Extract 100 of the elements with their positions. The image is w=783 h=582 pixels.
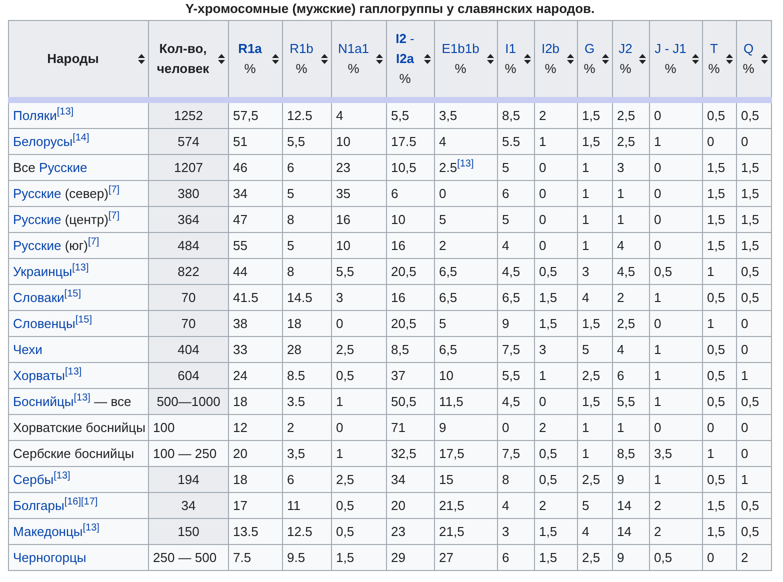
haplogroup-link[interactable]: E1b1b [442, 39, 480, 59]
column-header[interactable]: I2b % [534, 20, 578, 100]
column-header[interactable]: E1b1b % [434, 20, 498, 100]
reference-link[interactable]: [7] [108, 210, 120, 222]
column-header[interactable]: Народы [8, 20, 148, 100]
column-header[interactable]: I1 % [498, 20, 534, 100]
people-link[interactable]: Болгары [13, 498, 64, 513]
column-header[interactable]: I2 - I2a % [386, 20, 434, 100]
column-header[interactable]: T % [702, 20, 736, 100]
table-cell: 7,5 [498, 336, 534, 362]
haplogroup-link[interactable]: I2b [541, 39, 560, 59]
people-link[interactable]: Черногорцы [13, 550, 86, 565]
reference-link[interactable]: [13] [72, 262, 89, 274]
people-link[interactable]: Украинцы [13, 264, 72, 279]
table-cell: 9 [612, 544, 650, 570]
table-cell: 1,5 [578, 128, 612, 154]
reference-link[interactable]: [7] [108, 184, 120, 196]
table-cell: 38 [228, 310, 282, 336]
table-cell: 5 [434, 310, 498, 336]
reference-link[interactable]: [13] [65, 366, 82, 378]
table-cell: 3,5 [282, 440, 332, 466]
sort-icon[interactable] [761, 54, 768, 64]
table-cell: 1 [650, 388, 702, 414]
table-cell: 2,5 [332, 466, 386, 492]
column-header[interactable]: R1a % [228, 20, 282, 100]
column-header[interactable]: J2 % [612, 20, 650, 100]
table-cell: 1 [332, 440, 386, 466]
people-link[interactable]: Русские [13, 186, 62, 201]
reference-link[interactable]: [13] [74, 392, 90, 404]
haplogroup-link[interactable]: J - J1 [654, 39, 686, 59]
people-link[interactable]: Русские [13, 238, 62, 253]
sort-icon[interactable] [218, 54, 225, 64]
sort-icon[interactable] [726, 54, 733, 64]
table-cell: 1,5 [702, 232, 736, 258]
sort-icon[interactable] [424, 54, 431, 64]
haplogroup-link[interactable]: N1a1 [338, 39, 370, 59]
people-link[interactable]: Македонцы [13, 524, 83, 539]
unit-label: % [454, 60, 468, 78]
haplogroup-link[interactable]: J2 [618, 39, 632, 59]
people-link[interactable]: Хорваты [13, 368, 65, 383]
reference-link[interactable]: [13] [82, 522, 100, 534]
table-cell: 1 [650, 336, 702, 362]
haplogroup-link[interactable]: T [710, 39, 718, 59]
table-cell: 8,5 [612, 440, 650, 466]
people-link[interactable]: Боснийцы [13, 394, 74, 409]
people-link[interactable]: Сербы [13, 472, 54, 487]
haplogroup-link[interactable]: Q [743, 39, 754, 59]
unit-label: % [346, 60, 360, 78]
table-cell: 11,5 [434, 388, 498, 414]
sort-icon[interactable] [567, 54, 574, 64]
people-link[interactable]: Белорусы [13, 134, 73, 149]
sort-icon[interactable] [376, 54, 383, 64]
haplogroup-link[interactable]: G [584, 39, 595, 59]
table-cell: 1 [578, 206, 612, 232]
reference-link[interactable]: [7] [88, 236, 100, 248]
table-cell: 0 [702, 544, 736, 570]
count-cell: 250 — 500 [148, 544, 228, 570]
people-link[interactable]: Русские [13, 212, 62, 227]
reference-link[interactable]: [17] [81, 496, 98, 508]
haplogroup-link[interactable]: R1b [290, 39, 314, 59]
people-link[interactable]: Поляки [13, 108, 57, 123]
sort-icon[interactable] [692, 54, 699, 64]
reference-link[interactable]: [15] [75, 314, 92, 326]
table-cell: 2,5 [578, 544, 612, 570]
column-header[interactable]: J - J1 % [650, 20, 702, 100]
column-header[interactable]: G % [578, 20, 612, 100]
table-cell: 2,5 [578, 466, 612, 492]
table-cell: 18 [228, 388, 282, 414]
table-cell: 0,5 [534, 440, 578, 466]
table-cell: 16 [386, 284, 434, 310]
reference-link[interactable]: [16] [64, 496, 82, 508]
sort-icon[interactable] [272, 54, 279, 64]
people-link[interactable]: Чехи [13, 342, 42, 357]
unit-label: % [243, 60, 257, 78]
unit-label: % [294, 60, 308, 78]
table-cell: 0 [650, 414, 702, 440]
sort-icon[interactable] [639, 54, 646, 64]
haplogroup-link[interactable]: I1 [505, 39, 516, 59]
column-header[interactable]: R1b % [282, 20, 332, 100]
table-cell: 12 [228, 414, 282, 440]
column-header[interactable]: N1a1 % [332, 20, 386, 100]
sort-icon[interactable] [487, 54, 494, 64]
column-header[interactable]: Кол-во, человек [148, 20, 228, 100]
reference-link[interactable]: [14] [72, 132, 90, 144]
table-cell: 5 [434, 206, 498, 232]
reference-link[interactable]: [15] [64, 288, 81, 300]
table-cell: 14 [612, 518, 650, 544]
people-link[interactable]: Русские [39, 160, 88, 175]
people-link[interactable]: Словаки [13, 290, 64, 305]
people-link[interactable]: Словенцы [13, 316, 76, 331]
haplogroup-link[interactable]: R1a [238, 39, 262, 59]
sort-icon[interactable] [524, 54, 531, 64]
sort-icon[interactable] [138, 54, 145, 64]
sort-icon[interactable] [321, 54, 328, 64]
count-cell: 404 [148, 336, 228, 362]
haplogroup-link[interactable]: I2 - I2a [390, 29, 420, 69]
reference-link[interactable]: [13] [56, 106, 74, 118]
column-header[interactable]: Q % [736, 20, 772, 100]
reference-link[interactable]: [13] [54, 470, 70, 482]
sort-icon[interactable] [602, 54, 609, 64]
